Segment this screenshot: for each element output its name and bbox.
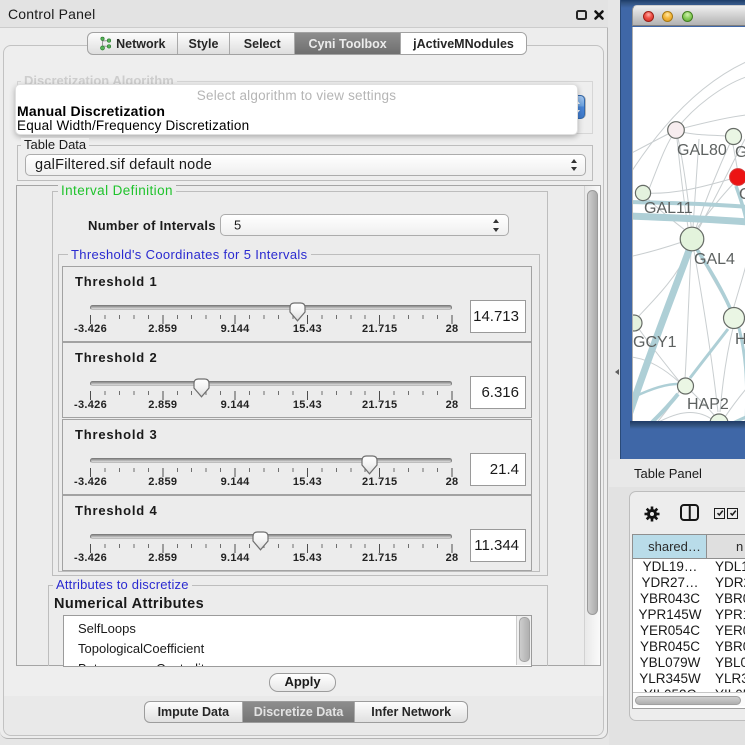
- svg-text:GAL: GAL: [735, 144, 745, 161]
- svg-text:GAL11: GAL11: [644, 200, 693, 217]
- svg-text:GCY1: GCY1: [633, 334, 677, 351]
- svg-text:HAP2: HAP2: [687, 396, 729, 413]
- svg-text:HIS: HIS: [735, 331, 745, 348]
- svg-text:GAL4: GAL4: [694, 251, 735, 268]
- svg-text:GAL80: GAL80: [677, 142, 727, 159]
- svg-text:CY: CY: [739, 186, 745, 203]
